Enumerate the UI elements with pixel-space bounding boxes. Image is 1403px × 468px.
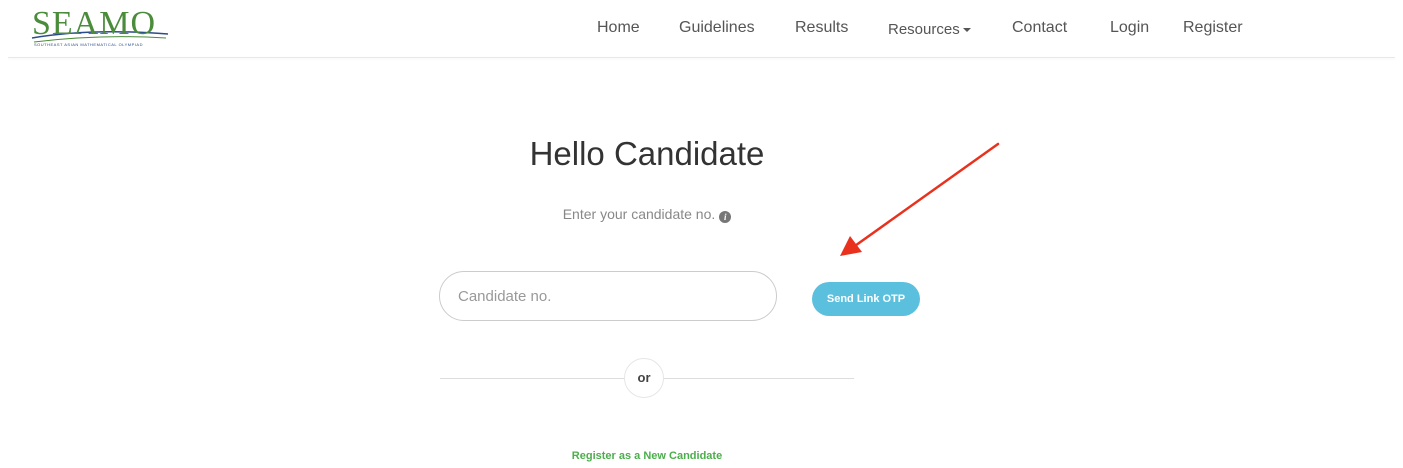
or-divider-right xyxy=(664,378,854,379)
nav-guidelines[interactable]: Guidelines xyxy=(679,19,755,37)
info-circle-icon[interactable]: i xyxy=(719,211,732,223)
logo-wordmark: SEAMO xyxy=(32,5,157,42)
candidate-subtitle: Enter your candidate no. i xyxy=(440,205,854,223)
page: SEAMO Southeast Asian Mathematical Olymp… xyxy=(0,0,1403,468)
seamo-logo[interactable]: SEAMO Southeast Asian Mathematical Olymp… xyxy=(30,6,170,48)
or-separator: or xyxy=(624,358,664,398)
nav-results[interactable]: Results xyxy=(795,19,848,37)
nav-contact[interactable]: Contact xyxy=(1012,19,1067,37)
red-arrow-annotation-icon xyxy=(840,142,1000,256)
register-new-candidate-link[interactable]: Register as a New Candidate xyxy=(440,450,854,462)
send-link-otp-button[interactable]: Send Link OTP xyxy=(812,282,920,316)
page-title: Hello Candidate xyxy=(529,135,765,172)
nav-login[interactable]: Login xyxy=(1110,19,1149,37)
nav-home[interactable]: Home xyxy=(597,19,640,37)
caret-down-icon xyxy=(962,28,971,33)
subtitle-text: Enter your candidate no. xyxy=(562,206,716,222)
candidate-number-input[interactable] xyxy=(439,271,777,321)
nav-resources[interactable]: Resources xyxy=(888,21,971,38)
site-header: SEAMO Southeast Asian Mathematical Olymp… xyxy=(0,0,1403,58)
nav-register[interactable]: Register xyxy=(1183,19,1243,37)
header-divider xyxy=(8,57,1395,58)
nav-resources-label: Resources xyxy=(888,21,960,38)
or-divider-left xyxy=(440,378,624,379)
logo-tagline: Southeast Asian Mathematical Olympiad xyxy=(34,42,143,47)
